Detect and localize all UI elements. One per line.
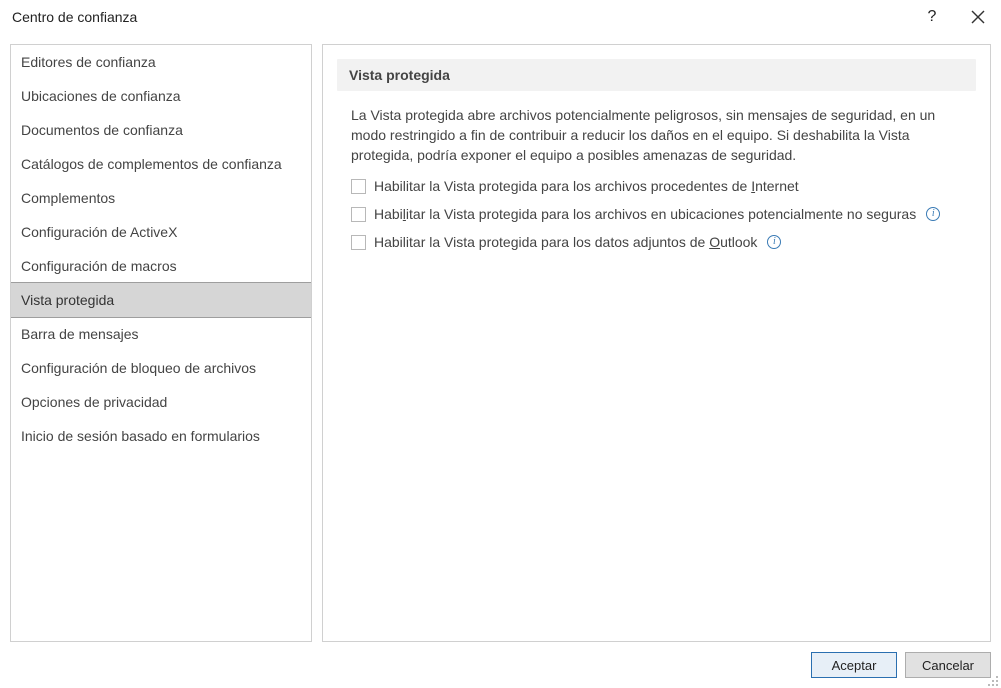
resize-grip[interactable] (987, 674, 999, 686)
section-description: La Vista protegida abre archivos potenci… (337, 105, 976, 177)
dialog-body: Editores de confianza Ubicaciones de con… (0, 34, 1001, 642)
sidebar-item-message-bar[interactable]: Barra de mensajes (11, 317, 311, 351)
close-button[interactable] (955, 3, 1001, 31)
info-icon[interactable] (926, 207, 940, 221)
checkbox-outlook-attachments[interactable] (351, 235, 366, 250)
sidebar-item-macro-settings[interactable]: Configuración de macros (11, 249, 311, 283)
sidebar-item-protected-view[interactable]: Vista protegida (10, 282, 312, 318)
section-header: Vista protegida (337, 59, 976, 91)
sidebar-item-addins[interactable]: Complementos (11, 181, 311, 215)
checkbox-unsafe-locations[interactable] (351, 207, 366, 222)
sidebar-item-trusted-documents[interactable]: Documentos de confianza (11, 113, 311, 147)
sidebar-item-addin-catalogs[interactable]: Catálogos de complementos de confianza (11, 147, 311, 181)
sidebar-item-file-block[interactable]: Configuración de bloqueo de archivos (11, 351, 311, 385)
checkbox-label-internet: Habilitar la Vista protegida para los ar… (374, 177, 799, 195)
checkbox-row-internet[interactable]: Habilitar la Vista protegida para los ar… (351, 177, 962, 195)
cancel-button[interactable]: Cancelar (905, 652, 991, 678)
sidebar-item-trusted-publishers[interactable]: Editores de confianza (11, 45, 311, 79)
titlebar-buttons: ? (909, 3, 1001, 31)
info-icon[interactable] (767, 235, 781, 249)
titlebar: Centro de confianza ? (0, 0, 1001, 34)
sidebar-item-form-signin[interactable]: Inicio de sesión basado en formularios (11, 419, 311, 453)
checkbox-label-outlook-attachments: Habilitar la Vista protegida para los da… (374, 233, 757, 251)
close-icon (971, 10, 985, 24)
checkbox-label-unsafe-locations: Habilitar la Vista protegida para los ar… (374, 205, 916, 223)
help-icon: ? (928, 9, 937, 25)
dialog-title: Centro de confianza (12, 9, 909, 25)
sidebar-item-trusted-locations[interactable]: Ubicaciones de confianza (11, 79, 311, 113)
dialog-footer: Aceptar Cancelar (0, 642, 1001, 688)
content-panel: Vista protegida La Vista protegida abre … (322, 44, 991, 642)
trust-center-dialog: Centro de confianza ? Editores de confia… (0, 0, 1001, 688)
sidebar-item-activex-settings[interactable]: Configuración de ActiveX (11, 215, 311, 249)
sidebar: Editores de confianza Ubicaciones de con… (10, 44, 312, 642)
checkbox-internet[interactable] (351, 179, 366, 194)
ok-button[interactable]: Aceptar (811, 652, 897, 678)
resize-grip-icon (987, 675, 999, 687)
checkbox-group: Habilitar la Vista protegida para los ar… (337, 177, 976, 251)
checkbox-row-unsafe-locations[interactable]: Habilitar la Vista protegida para los ar… (351, 205, 962, 223)
help-button[interactable]: ? (909, 3, 955, 31)
sidebar-item-privacy-options[interactable]: Opciones de privacidad (11, 385, 311, 419)
checkbox-row-outlook-attachments[interactable]: Habilitar la Vista protegida para los da… (351, 233, 962, 251)
